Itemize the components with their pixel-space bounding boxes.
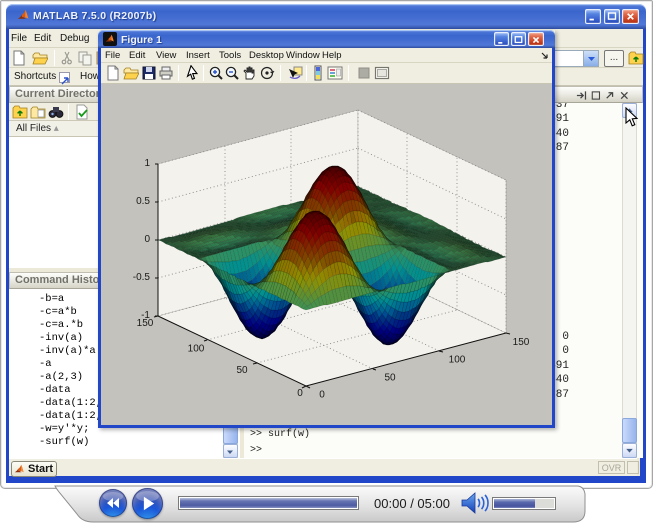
svg-text:0: 0 xyxy=(144,234,150,245)
svg-text:150: 150 xyxy=(137,318,154,329)
svg-text:-0.5: -0.5 xyxy=(133,272,151,283)
svg-text:100: 100 xyxy=(188,344,205,355)
svg-text:100: 100 xyxy=(449,355,466,366)
svg-text:0: 0 xyxy=(297,388,303,399)
svg-text:50: 50 xyxy=(384,373,396,384)
svg-text:0: 0 xyxy=(319,390,325,401)
svg-text:0.5: 0.5 xyxy=(136,196,150,207)
svg-text:150: 150 xyxy=(513,337,530,348)
svg-text:1: 1 xyxy=(144,158,150,169)
svg-text:50: 50 xyxy=(236,365,248,376)
